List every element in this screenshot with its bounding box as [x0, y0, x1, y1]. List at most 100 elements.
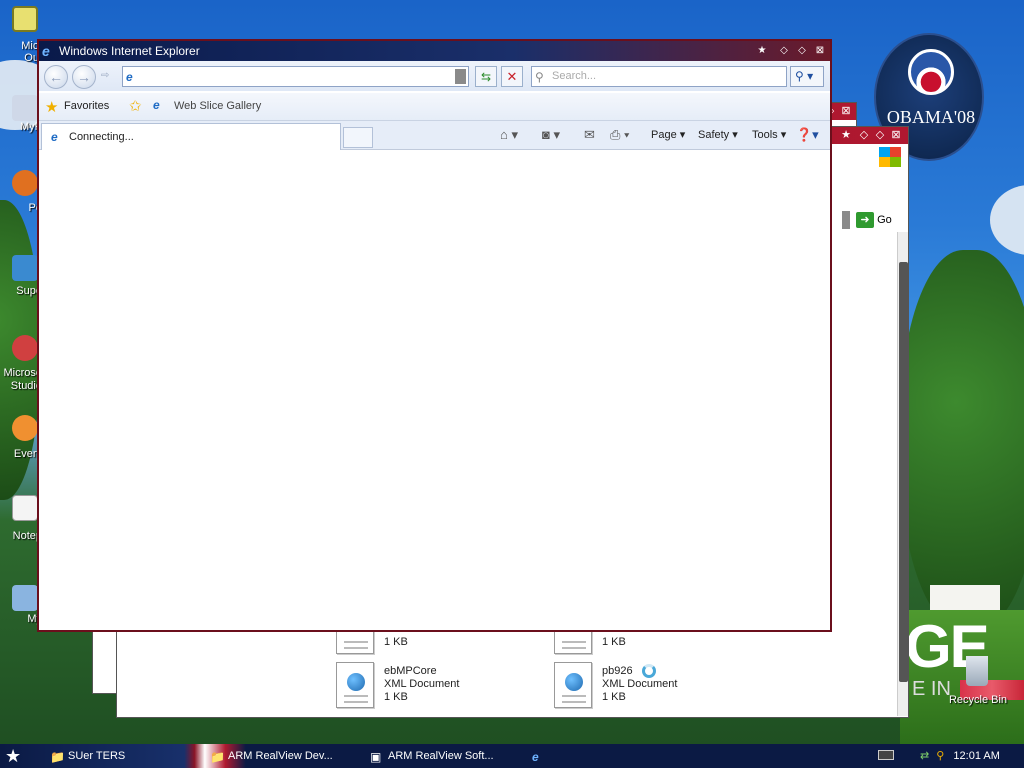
outlook-icon	[12, 6, 38, 32]
tree	[900, 250, 1024, 630]
recycle-bin-label: Recycle Bin	[948, 694, 1008, 706]
address-grip	[842, 211, 850, 229]
mail-icon[interactable]: ✉	[584, 127, 595, 143]
page-content[interactable]	[39, 151, 830, 630]
folder-icon: 📁	[210, 750, 225, 764]
tab-bar: e Connecting... ⌂ ▾ ◙ ▾ ✉ ⎙ ▾ Page ▾ Saf…	[39, 121, 830, 150]
close-icon[interactable]: ⊠	[839, 104, 853, 118]
file-item-pb926[interactable]: pb926 XML Document 1 KB	[554, 662, 734, 710]
search-icon: ⚲	[535, 70, 544, 84]
badge-text: OBAMA'08	[886, 107, 976, 127]
file-size: 1 KB	[384, 691, 408, 703]
app-icon	[12, 415, 38, 441]
file-name: pb926	[602, 665, 633, 677]
recycle-bin[interactable]: Recycle Bin	[940, 656, 1016, 708]
desktop-icon-notepad[interactable]: Notep	[0, 495, 42, 543]
back-button[interactable]: ←	[44, 65, 68, 89]
history-dropdown-icon[interactable]: ⇨	[101, 70, 109, 81]
address-grip	[455, 69, 466, 84]
forward-button[interactable]: →	[72, 65, 96, 89]
new-tab-button[interactable]	[343, 127, 373, 148]
clock[interactable]: 12:01 AM	[953, 750, 999, 762]
notepad-icon	[12, 495, 38, 521]
taskbar-item-label: SUer TERS	[68, 750, 126, 762]
tools-menu[interactable]: Tools ▾	[752, 128, 786, 141]
cloud	[990, 185, 1024, 255]
file-size: 1 KB	[602, 691, 626, 703]
busy-cursor-icon	[642, 664, 656, 678]
search-placeholder: Search...	[552, 70, 597, 82]
file-name: ebMPCore	[384, 665, 437, 677]
favorites-bar: ★ Favorites ✩ e Web Slice Gallery	[39, 93, 830, 121]
desktop-icon-microsoft-studio[interactable]: Microso Studio	[0, 335, 42, 395]
feeds-icon[interactable]: ◙ ▾	[542, 127, 560, 143]
search-tray-icon[interactable]: ⚲	[936, 750, 944, 762]
file-type: XML Document	[602, 678, 678, 690]
recycle-bin-icon	[966, 656, 988, 686]
desktop-icon-pe[interactable]: Pe	[0, 170, 42, 216]
xml-file-icon	[554, 662, 592, 708]
navigation-bar: ← → ⇨ e ⇆ ✕ ⚲ Search... ⚲ ▾	[39, 61, 830, 91]
desktop-icon-super[interactable]: Supe	[0, 255, 42, 299]
window-title: Windows Internet Explorer	[59, 44, 200, 58]
installer-icon: ▣	[370, 750, 382, 764]
windows-logo-icon	[879, 147, 901, 167]
search-box[interactable]: ⚲ Search...	[531, 66, 787, 87]
web-slice-icon: e	[153, 98, 160, 112]
desktop-icon-every[interactable]: Every	[0, 415, 42, 461]
safety-menu[interactable]: Safety ▾	[698, 128, 738, 141]
network-icon[interactable]: ⇄	[920, 750, 929, 762]
taskbar-item[interactable]: 📁 ARM RealView Dev...	[208, 747, 358, 765]
maximize-icon[interactable]: ◇	[873, 128, 887, 142]
address-input[interactable]	[143, 69, 448, 84]
file-item-ebmpcore[interactable]: ebMPCore XML Document 1 KB	[336, 662, 516, 710]
ie-window[interactable]: e Windows Internet Explorer ★ ◇ ◇ ⊠ ← → …	[37, 39, 832, 632]
desktop-icon-my[interactable]: My	[0, 585, 42, 627]
scrollbar-thumb[interactable]	[899, 262, 908, 682]
ie-titlebar[interactable]: e Windows Internet Explorer ★ ◇ ◇ ⊠	[39, 41, 830, 61]
start-button[interactable]: ★	[5, 746, 21, 767]
keyboard-icon[interactable]	[878, 750, 894, 760]
taskbar-item[interactable]: ▣ ARM RealView Soft...	[368, 747, 518, 765]
page-icon: e	[126, 70, 133, 84]
vertical-scrollbar[interactable]	[897, 232, 908, 716]
minimize-icon[interactable]: ◇	[857, 128, 871, 142]
app-icon	[12, 585, 38, 611]
help-icon[interactable]: ❓▾	[796, 127, 819, 143]
taskbar: ★ 📁 SUer TERS 📁 ARM RealView Dev... ▣ AR…	[0, 744, 1024, 768]
favorites-button[interactable]: Favorites	[64, 100, 109, 112]
go-arrow-icon: ➜	[856, 212, 874, 228]
taskbar-item-label: ARM RealView Dev...	[228, 750, 333, 762]
add-favorites-icon[interactable]: ✩	[129, 97, 142, 115]
refresh-button[interactable]: ⇆	[475, 66, 497, 87]
search-button[interactable]: ⚲ ▾	[790, 66, 824, 87]
taskbar-item[interactable]: 📁 SUer TERS	[48, 747, 198, 765]
print-icon[interactable]: ⎙ ▾	[610, 127, 629, 143]
obama-logo-icon	[908, 49, 954, 95]
file-size: 1 KB	[384, 636, 408, 648]
app-icon	[12, 255, 38, 281]
tab-label: Connecting...	[69, 131, 134, 143]
close-icon[interactable]: ⊠	[813, 44, 827, 58]
taskbar-ie-button[interactable]: e	[528, 747, 548, 765]
tools-menu-label: Tools	[752, 129, 778, 141]
go-button[interactable]: ➜ Go	[856, 212, 898, 230]
minimize-icon[interactable]: ◇	[777, 44, 791, 58]
ie-logo-icon: e	[42, 43, 50, 59]
web-slice-gallery-link[interactable]: Web Slice Gallery	[174, 100, 261, 112]
home-icon[interactable]: ⌂ ▾	[500, 127, 518, 143]
address-bar[interactable]: e	[122, 66, 469, 87]
page-menu[interactable]: Page ▾	[651, 128, 685, 141]
desktop-icon-mypc[interactable]: MyP	[0, 95, 42, 135]
folder-icon: 📁	[50, 750, 65, 764]
desktop-icon-outlook[interactable]: Micr Out	[0, 4, 42, 66]
tab-connecting[interactable]: e Connecting...	[41, 123, 341, 150]
close-icon[interactable]: ⊠	[889, 128, 903, 142]
system-tray: ⇄ ⚲ 12:01 AM	[920, 746, 1024, 766]
file-size: 1 KB	[602, 636, 626, 648]
pin-icon[interactable]: ★	[755, 44, 769, 58]
pin-icon[interactable]: ★	[839, 128, 853, 142]
maximize-icon[interactable]: ◇	[795, 44, 809, 58]
stop-button[interactable]: ✕	[501, 66, 523, 87]
favorites-star-icon: ★	[45, 99, 59, 116]
